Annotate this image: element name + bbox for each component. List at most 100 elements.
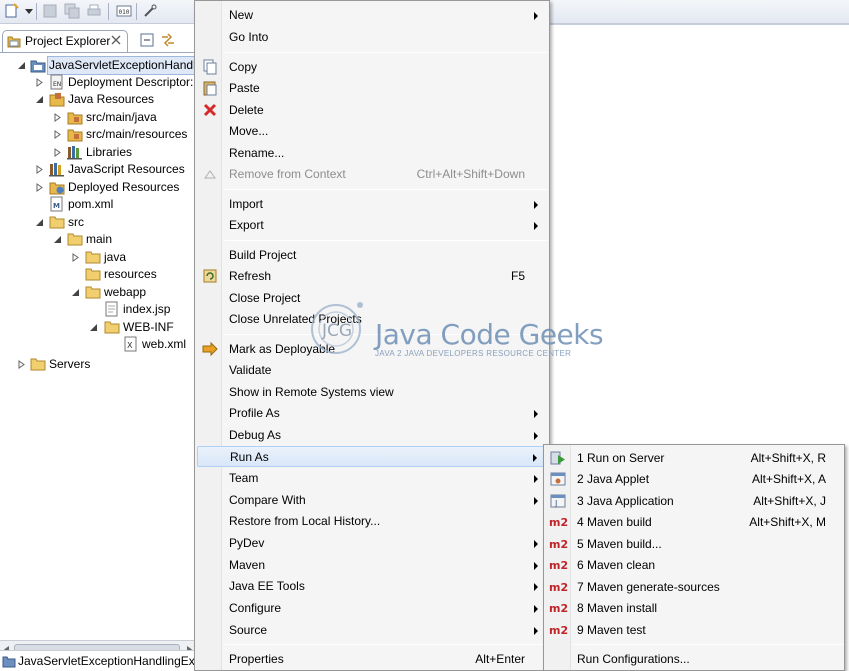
tree-item-web-xml[interactable]: X web.xml xyxy=(0,336,196,353)
tree-label: JavaScript Resources xyxy=(68,162,185,176)
menu-item-import[interactable]: Import xyxy=(197,194,547,215)
menu-item-maven-clean[interactable]: m2 6 Maven clean xyxy=(546,555,842,576)
menu-item-validate[interactable]: Validate xyxy=(197,360,547,381)
menu-separator xyxy=(225,52,547,53)
tree-item-src[interactable]: src xyxy=(0,214,196,231)
menu-item-paste[interactable]: Paste xyxy=(197,78,547,99)
menu-separator xyxy=(225,644,547,645)
binary-icon[interactable]: 010 xyxy=(116,3,132,19)
menu-item-run-as[interactable]: Run As xyxy=(197,446,547,467)
tree-item-index-jsp[interactable]: index.jsp xyxy=(0,301,196,318)
menu-item-move[interactable]: Move... xyxy=(197,121,547,142)
tree-item-javascript-resources[interactable]: JavaScript Resources xyxy=(0,161,196,178)
expanded-arrow-icon[interactable] xyxy=(17,61,26,70)
tools-icon[interactable] xyxy=(142,3,158,19)
menu-item-export[interactable]: Export xyxy=(197,215,547,236)
menu-item-run-configurations[interactable]: Run Configurations... xyxy=(546,649,842,670)
menu-item-configure[interactable]: Configure xyxy=(197,598,547,619)
menu-label: 7 Maven generate-sources xyxy=(577,580,720,594)
expanded-arrow-icon[interactable] xyxy=(53,235,62,244)
collapsed-arrow-icon[interactable] xyxy=(35,183,44,192)
link-with-editor-icon[interactable] xyxy=(160,33,176,47)
tree-item-main[interactable]: main xyxy=(0,231,196,248)
menu-label: Show in Remote Systems view xyxy=(229,385,394,399)
tree-item-web-inf[interactable]: WEB-INF xyxy=(0,319,196,336)
menu-item-remove-from-context[interactable]: Remove from Context Ctrl+Alt+Shift+Down xyxy=(197,164,547,185)
tree-item-java-resources[interactable]: Java Resources xyxy=(0,91,196,108)
menu-item-maven[interactable]: Maven xyxy=(197,555,547,576)
watermark-title: Java Code Geeks xyxy=(375,318,604,351)
menu-item-go-into[interactable]: Go Into xyxy=(197,27,547,48)
tree-item-src-main-resources[interactable]: src/main/resources xyxy=(0,126,196,143)
tree-item-resources[interactable]: resources xyxy=(0,266,196,283)
tree-item-deployed-resources[interactable]: Deployed Resources xyxy=(0,179,196,196)
menu-item-java-application[interactable]: J 3 Java Application Alt+Shift+X, J xyxy=(546,491,842,512)
save-all-icon[interactable] xyxy=(64,3,80,19)
jcg-logo-text: JCG xyxy=(321,321,352,341)
collapsed-arrow-icon[interactable] xyxy=(35,165,44,174)
tree-item-webapp[interactable]: webapp xyxy=(0,284,196,301)
menu-shortcut: Ctrl+Alt+Shift+Down xyxy=(416,167,525,181)
svg-text:010: 010 xyxy=(119,9,130,16)
menu-item-refresh[interactable]: Refresh F5 xyxy=(197,266,547,287)
menu-item-compare-with[interactable]: Compare With xyxy=(197,490,547,511)
expanded-arrow-icon[interactable] xyxy=(89,323,98,332)
new-wizard-icon[interactable] xyxy=(4,3,20,19)
tree-item-src-main-java[interactable]: src/main/java xyxy=(0,109,196,126)
menu-item-show-in-remote-systems[interactable]: Show in Remote Systems view xyxy=(197,382,547,403)
menu-item-java-applet[interactable]: 2 Java Applet Alt+Shift+X, A xyxy=(546,469,842,490)
collapsed-arrow-icon[interactable] xyxy=(53,148,62,157)
print-icon[interactable] xyxy=(86,3,102,19)
expanded-arrow-icon[interactable] xyxy=(35,218,44,227)
menu-label: 8 Maven install xyxy=(577,601,658,615)
menu-item-maven-generate-sources[interactable]: m2 7 Maven generate-sources xyxy=(546,577,842,598)
menu-item-rename[interactable]: Rename... xyxy=(197,143,547,164)
menu-item-maven-build-dialog[interactable]: m2 5 Maven build... xyxy=(546,534,842,555)
menu-separator xyxy=(573,644,843,645)
tree-label: Java Resources xyxy=(68,92,155,106)
m2-icon: m2 xyxy=(549,516,569,529)
collapsed-arrow-icon[interactable] xyxy=(53,130,62,139)
tree-item-project[interactable]: JavaServletExceptionHandlin xyxy=(0,56,208,75)
tree-item-deployment-descriptor[interactable]: EN Deployment Descriptor: xyxy=(0,74,196,91)
menu-item-pydev[interactable]: PyDev xyxy=(197,533,547,554)
collapsed-arrow-icon[interactable] xyxy=(71,253,80,262)
menu-label: Copy xyxy=(229,60,258,74)
menu-item-maven-test[interactable]: m2 9 Maven test xyxy=(546,620,842,641)
menu-item-copy[interactable]: Copy xyxy=(197,57,547,78)
dropdown-arrow-icon[interactable] xyxy=(24,3,34,19)
collapsed-arrow-icon[interactable] xyxy=(35,78,44,87)
menu-item-run-on-server[interactable]: 1 Run on Server Alt+Shift+X, R xyxy=(546,448,842,469)
expanded-arrow-icon[interactable] xyxy=(35,95,44,104)
collapsed-arrow-icon[interactable] xyxy=(17,360,26,369)
menu-label: Export xyxy=(229,218,264,232)
submenu-arrow-icon xyxy=(534,12,538,20)
project-icon xyxy=(30,60,46,73)
tree-item-libraries[interactable]: Libraries xyxy=(0,144,196,161)
menu-item-team[interactable]: Team xyxy=(197,468,547,489)
menu-item-restore-from-local-history[interactable]: Restore from Local History... xyxy=(197,511,547,532)
save-icon[interactable] xyxy=(42,3,58,19)
menu-item-maven-install[interactable]: m2 8 Maven install xyxy=(546,598,842,619)
menu-item-build-project[interactable]: Build Project xyxy=(197,245,547,266)
menu-item-java-ee-tools[interactable]: Java EE Tools xyxy=(197,576,547,597)
tree-item-servers[interactable]: Servers xyxy=(0,356,196,373)
menu-item-maven-build[interactable]: m2 4 Maven build Alt+Shift+X, M xyxy=(546,512,842,533)
menu-item-debug-as[interactable]: Debug As xyxy=(197,425,547,446)
tree-item-java[interactable]: java xyxy=(0,249,196,266)
menu-item-source[interactable]: Source xyxy=(197,620,547,641)
tree-label: index.jsp xyxy=(123,302,171,316)
menu-item-properties[interactable]: Properties Alt+Enter xyxy=(197,649,547,670)
menu-item-profile-as[interactable]: Profile As xyxy=(197,403,547,424)
close-icon[interactable] xyxy=(111,35,121,45)
expanded-arrow-icon[interactable] xyxy=(71,288,80,297)
tree-item-pom-xml[interactable]: M pom.xml xyxy=(0,196,196,213)
collapsed-arrow-icon[interactable] xyxy=(53,113,62,122)
tab-project-explorer[interactable]: Project Explorer xyxy=(2,30,128,52)
tree-label: web.xml xyxy=(142,337,187,351)
menu-item-delete[interactable]: Delete xyxy=(197,100,547,121)
menu-label: Delete xyxy=(229,103,264,117)
menu-item-new[interactable]: New xyxy=(197,5,547,26)
menu-label: Run As xyxy=(230,450,269,464)
collapse-all-icon[interactable] xyxy=(140,33,154,47)
